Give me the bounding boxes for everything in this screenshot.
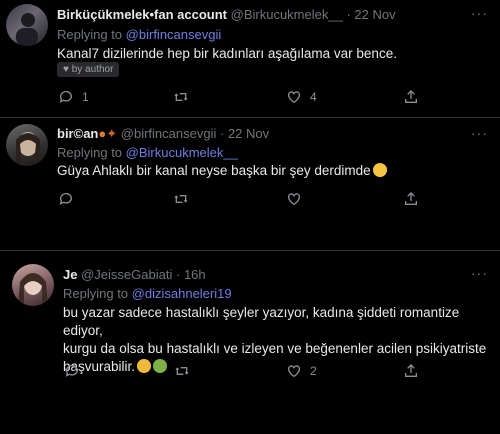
reply-count: 1 bbox=[82, 90, 89, 104]
avatar[interactable] bbox=[12, 264, 54, 306]
reply-icon bbox=[59, 91, 72, 103]
share-button[interactable] bbox=[403, 89, 419, 105]
tweet-text-line: bu yazar sadece hastalıklı şeyler yazıyo… bbox=[63, 305, 460, 338]
more-options-icon[interactable]: ··· bbox=[471, 265, 488, 281]
separator-dot: · bbox=[219, 126, 225, 141]
maple-leaf-emoji-icon: ✦ bbox=[106, 126, 118, 141]
reply-button[interactable] bbox=[64, 363, 88, 379]
more-options-icon[interactable]: ··· bbox=[471, 5, 488, 21]
avatar-photo bbox=[18, 273, 48, 306]
tweet-text: Güya Ahlaklı bir kanal neyse başka bir ş… bbox=[57, 162, 387, 180]
display-name[interactable]: Je bbox=[63, 267, 77, 282]
tweet-text-body: Güya Ahlaklı bir kanal neyse başka bir ş… bbox=[57, 163, 371, 178]
reply-button[interactable] bbox=[58, 191, 82, 207]
avatar-photo bbox=[16, 13, 38, 46]
timestamp[interactable]: 22 Nov bbox=[354, 7, 395, 22]
replying-to: Replying to @dizisahneleri19 bbox=[63, 286, 232, 301]
mention-link[interactable]: @birfincansevgii bbox=[126, 27, 222, 42]
tweet-header: Birküçükmelek•fan account @Birkucukmelek… bbox=[57, 7, 396, 22]
retweet-icon bbox=[175, 367, 189, 375]
share-button[interactable] bbox=[403, 363, 419, 379]
retweet-icon bbox=[174, 195, 188, 203]
tweet-3[interactable]: Je @JeisseGabiati · 16h ··· Replying to … bbox=[0, 251, 500, 434]
replying-to-label: Replying to bbox=[57, 145, 123, 160]
smiling-emoji-icon bbox=[372, 163, 387, 177]
share-icon bbox=[405, 192, 417, 205]
by-author-badge: ♥ by author bbox=[57, 62, 120, 77]
heart-icon bbox=[288, 91, 300, 104]
mention-link[interactable]: @dizisahneleri19 bbox=[132, 286, 232, 301]
display-name[interactable]: Birküçükmelek•fan account bbox=[57, 7, 227, 22]
separator-dot: · bbox=[175, 267, 181, 282]
replying-to-label: Replying to bbox=[63, 286, 129, 301]
retweet-button[interactable] bbox=[174, 363, 198, 379]
tweet-text: Kanal7 dizilerinde hep bir kadınları aşa… bbox=[57, 46, 397, 61]
like-button[interactable]: 2 bbox=[286, 363, 317, 379]
like-count: 4 bbox=[310, 90, 317, 104]
timestamp[interactable]: 22 Nov bbox=[228, 126, 269, 141]
tweet-1[interactable]: Birküçükmelek•fan account @Birkucukmelek… bbox=[0, 0, 500, 118]
heart-icon bbox=[288, 193, 300, 206]
reply-button[interactable]: 1 bbox=[58, 89, 89, 105]
user-handle[interactable]: @birfincansevgii bbox=[121, 126, 217, 141]
user-handle[interactable]: @Birkucukmelek__ bbox=[231, 7, 343, 22]
retweet-icon bbox=[174, 93, 188, 101]
tweet-text-line: kurgu da olsa bu hastalıklı ve izleyen v… bbox=[63, 341, 487, 356]
tweet-actions: 1 4 bbox=[58, 89, 418, 109]
like-button[interactable]: 4 bbox=[286, 89, 317, 105]
reply-icon bbox=[65, 365, 78, 377]
replying-to: Replying to @Birkucukmelek__ bbox=[57, 145, 238, 160]
separator-dot: · bbox=[346, 7, 351, 22]
liked-by-author-icon: ♥ bbox=[63, 64, 69, 75]
more-options-icon[interactable]: ··· bbox=[471, 125, 488, 141]
like-button[interactable] bbox=[286, 191, 310, 207]
tweet-header: Je @JeisseGabiati · 16h bbox=[63, 267, 206, 282]
reply-icon bbox=[59, 193, 72, 205]
replying-to: Replying to @birfincansevgii bbox=[57, 27, 221, 42]
avatar-photo bbox=[16, 132, 40, 164]
retweet-button[interactable] bbox=[173, 89, 197, 105]
tweet-actions bbox=[58, 191, 418, 211]
share-icon bbox=[405, 364, 417, 377]
timestamp[interactable]: 16h bbox=[184, 267, 206, 282]
share-icon bbox=[405, 90, 417, 103]
mention-link[interactable]: @Birkucukmelek__ bbox=[126, 145, 238, 160]
like-count: 2 bbox=[310, 364, 317, 378]
avatar[interactable] bbox=[6, 124, 48, 166]
replying-to-label: Replying to bbox=[57, 27, 123, 42]
heart-icon bbox=[288, 365, 300, 378]
avatar[interactable] bbox=[6, 4, 48, 46]
retweet-button[interactable] bbox=[173, 191, 197, 207]
by-author-label: by author bbox=[71, 64, 114, 75]
tweet-2[interactable]: bir©an●✦ @birfincansevgii · 22 Nov ··· R… bbox=[0, 118, 500, 240]
share-button[interactable] bbox=[403, 191, 419, 207]
tweet-header: bir©an●✦ @birfincansevgii · 22 Nov bbox=[57, 126, 269, 142]
tweet-actions: 2 bbox=[64, 363, 424, 383]
user-handle[interactable]: @JeisseGabiati bbox=[81, 267, 172, 282]
display-name[interactable]: bir©an bbox=[57, 126, 98, 141]
